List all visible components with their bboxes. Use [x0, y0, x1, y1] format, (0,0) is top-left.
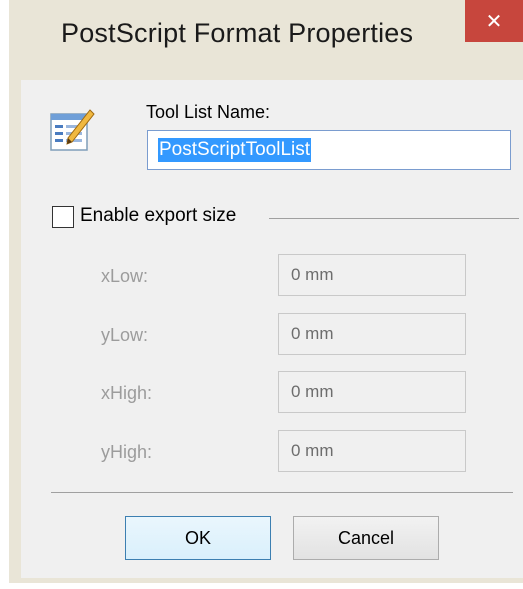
tool-list-name-input[interactable]: PostScriptToolList	[147, 130, 511, 170]
tool-list-name-label: Tool List Name:	[146, 102, 271, 122]
ylow-label: yLow:	[101, 325, 149, 345]
xlow-field[interactable]: 0 mm	[278, 254, 466, 296]
window-title: PostScript Format Properties	[61, 18, 414, 48]
yhigh-label: yHigh:	[101, 442, 153, 462]
tool-list-name-value: PostScriptToolList	[158, 138, 312, 162]
yhigh-field[interactable]: 0 mm	[278, 430, 466, 472]
enable-export-size-label[interactable]: Enable export size	[80, 205, 236, 227]
dialog-client-area: Tool List Name: PostScriptToolList Enabl…	[21, 80, 523, 578]
close-button[interactable]: ✕	[465, 0, 523, 42]
cancel-button[interactable]: Cancel	[293, 516, 439, 560]
xhigh-label: xHigh:	[101, 383, 153, 403]
ok-button[interactable]: OK	[125, 516, 271, 560]
close-icon: ✕	[485, 9, 503, 33]
xlow-label: xLow:	[101, 266, 149, 286]
group-divider	[269, 218, 519, 219]
ylow-field[interactable]: 0 mm	[278, 313, 466, 355]
button-separator	[51, 492, 513, 493]
title-bar[interactable]: PostScript Format Properties ✕	[9, 0, 523, 80]
dialog-window: PostScript Format Properties ✕ Tool List…	[9, 0, 523, 583]
xhigh-field[interactable]: 0 mm	[278, 371, 466, 413]
properties-edit-icon	[50, 109, 95, 151]
enable-export-size-checkbox[interactable]	[52, 206, 74, 228]
